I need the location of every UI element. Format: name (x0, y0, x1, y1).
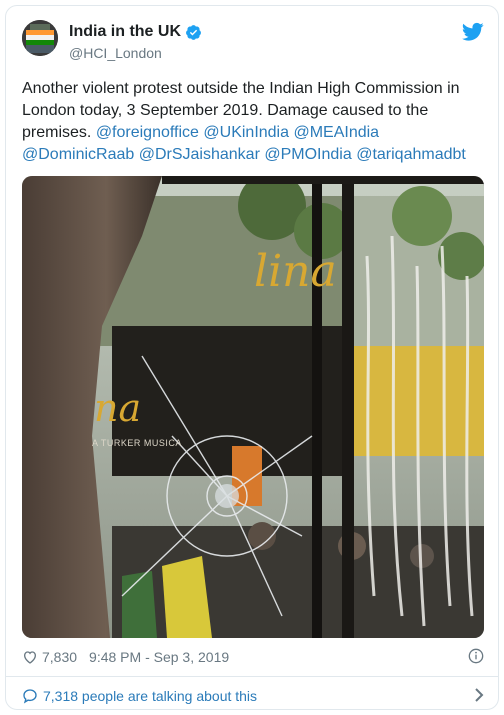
tweet-header: India in the UK @HCI_London (22, 20, 484, 68)
author-name-row: India in the UK (69, 23, 202, 41)
author-handle[interactable]: @HCI_London (69, 45, 162, 61)
shop-small-text: A TURKER MUSICA (92, 438, 182, 448)
mention-link[interactable]: @PMOIndia (264, 146, 351, 163)
divider (6, 676, 498, 677)
mention-link[interactable]: @foreignoffice (96, 124, 199, 141)
talking-link[interactable]: 7,318 people are talking about this (22, 686, 484, 706)
info-icon[interactable] (468, 648, 484, 664)
avatar-image (22, 20, 58, 56)
mention-link[interactable]: @DrSJaishankar (139, 146, 260, 163)
avatar[interactable] (22, 20, 58, 56)
chevron-right-icon[interactable] (474, 688, 484, 702)
like-count[interactable]: 7,830 (42, 649, 77, 665)
tweet-card: India in the UK @HCI_London Another viol… (5, 5, 499, 710)
verified-badge-icon (186, 24, 201, 40)
talking-text: 7,318 people are talking about this (43, 688, 258, 704)
mention-link[interactable]: @tariqahmadbt (356, 146, 466, 163)
shop-sign-text: lina (254, 246, 337, 297)
twitter-bird-icon[interactable] (462, 22, 484, 42)
tweet-photo[interactable]: lina na A TURKER MUSICA (22, 176, 484, 638)
speech-bubble-icon (23, 689, 37, 704)
shop-sign-text-left: na (94, 386, 142, 430)
mention-link[interactable]: @DominicRaab (22, 146, 134, 163)
broken-window-photo (22, 176, 484, 638)
tweet-text: Another violent protest outside the Indi… (22, 78, 484, 166)
timestamp[interactable]: 9:48 PM - Sep 3, 2019 (89, 649, 229, 665)
author-name[interactable]: India in the UK (69, 23, 181, 41)
mention-link[interactable]: @UKinIndia (203, 124, 289, 141)
tweet-meta: 7,830 9:48 PM - Sep 3, 2019 (22, 646, 484, 668)
mention-link[interactable]: @MEAIndia (293, 124, 379, 141)
heart-icon[interactable] (22, 649, 38, 665)
